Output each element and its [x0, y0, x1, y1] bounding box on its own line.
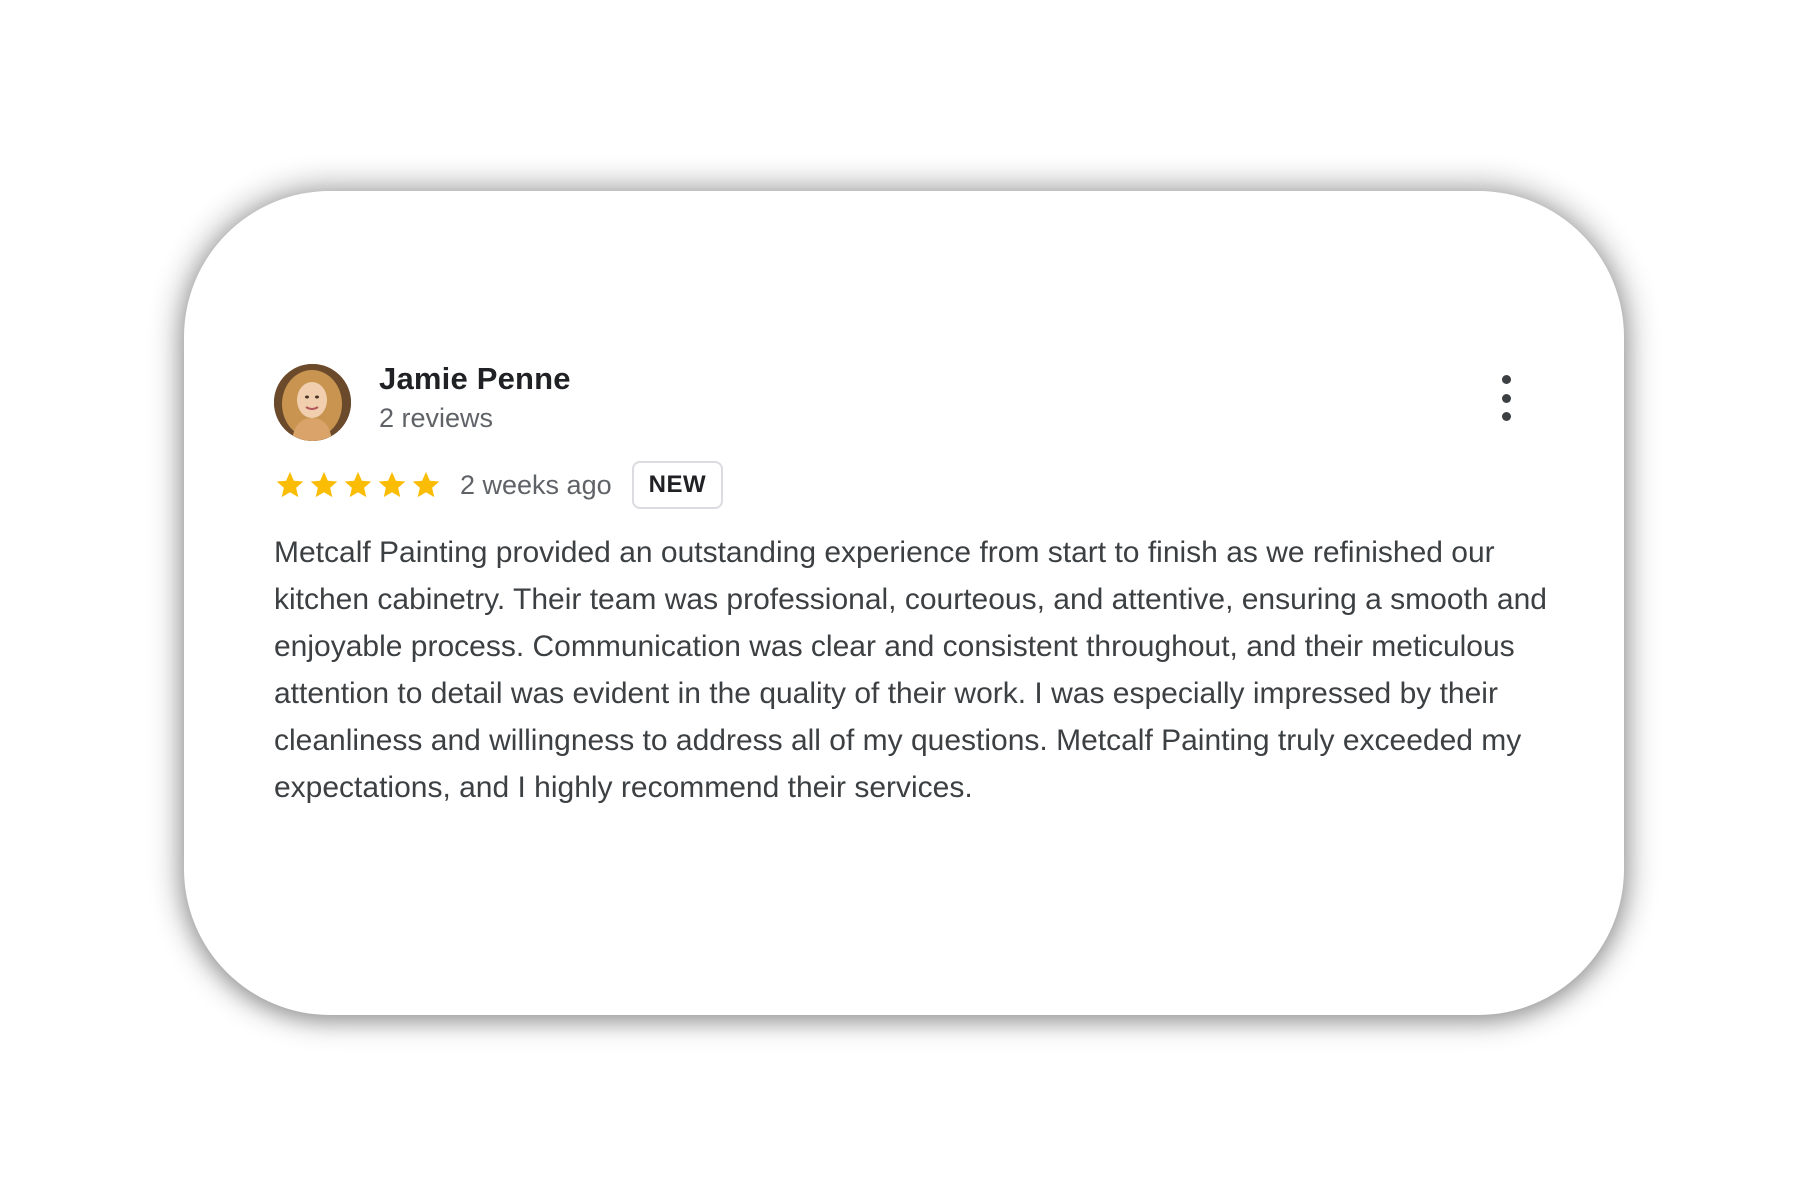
star-rating	[274, 469, 444, 501]
more-vert-icon-dot	[1501, 412, 1511, 421]
rating-row: 2 weeks ago NEW	[274, 459, 724, 511]
avatar[interactable]	[274, 364, 351, 441]
more-vert-icon-dot	[1501, 393, 1511, 403]
star-icon	[342, 469, 374, 501]
reviewer-review-count[interactable]: 2 reviews	[379, 403, 493, 434]
star-icon	[410, 469, 442, 501]
review-card: Jamie Penne 2 reviews 2 weeks ago NEW Me…	[184, 191, 1624, 1015]
avatar-image	[274, 364, 351, 441]
review-date: 2 weeks ago	[460, 469, 612, 500]
review-text: Metcalf Painting provided an outstanding…	[274, 536, 1547, 804]
star-icon	[274, 469, 306, 501]
new-badge: NEW	[631, 461, 724, 509]
more-vert-icon-dot	[1501, 375, 1511, 384]
star-icon	[308, 469, 340, 501]
more-options-button[interactable]	[1494, 375, 1518, 421]
reviewer-name[interactable]: Jamie Penne	[379, 361, 571, 397]
star-icon	[376, 469, 408, 501]
